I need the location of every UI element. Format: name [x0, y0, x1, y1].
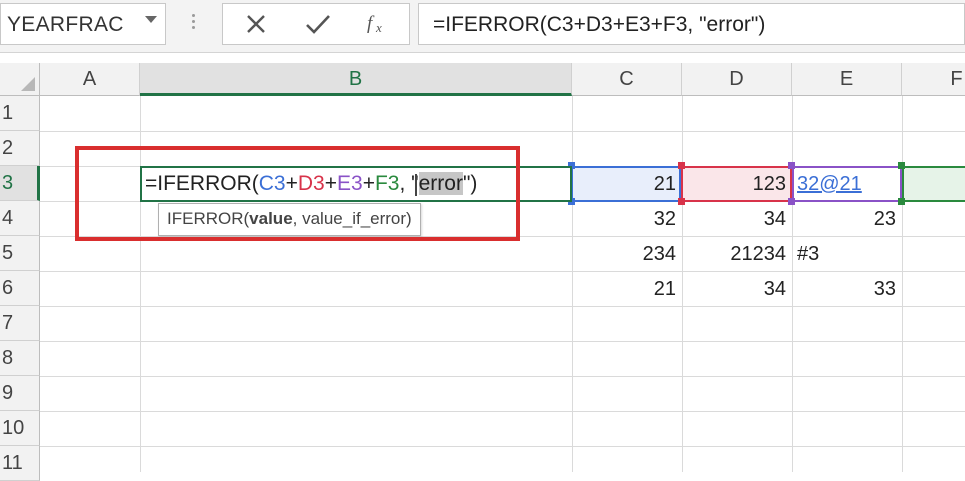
- annotation-highlight-box: [75, 146, 520, 241]
- cell-c5[interactable]: 234: [572, 237, 682, 272]
- row-header-8[interactable]: 8: [0, 341, 40, 376]
- column-header-d[interactable]: D: [682, 63, 792, 96]
- chevron-down-icon[interactable]: [145, 16, 157, 23]
- row-header-7[interactable]: 7: [0, 306, 40, 341]
- column-header-a[interactable]: A: [40, 63, 140, 96]
- svg-text:f: f: [367, 13, 375, 34]
- function-icon: f x: [367, 13, 382, 35]
- cell-e4[interactable]: 23: [792, 202, 902, 237]
- check-icon: [306, 15, 330, 34]
- formula-text: =IFERROR(C3+D3+E3+F3, "error"): [433, 13, 766, 36]
- name-box[interactable]: YEARFRAC: [0, 3, 166, 45]
- cell-d4[interactable]: 34: [682, 202, 792, 237]
- cell-d3[interactable]: 123: [682, 167, 792, 202]
- cell-d6[interactable]: 34: [682, 272, 792, 307]
- range-highlight-f3: [902, 166, 965, 202]
- row-header-11[interactable]: 11: [0, 446, 40, 481]
- row-header-9[interactable]: 9: [0, 376, 40, 411]
- row-header-2[interactable]: 2: [0, 131, 40, 166]
- row-header-4[interactable]: 4: [0, 201, 40, 236]
- cell-c6[interactable]: 21: [572, 272, 682, 307]
- row-header-5[interactable]: 5: [0, 236, 40, 271]
- cell-e3-link[interactable]: 32@21: [797, 173, 862, 195]
- row-header-1[interactable]: 1: [0, 96, 40, 131]
- enter-button[interactable]: [293, 4, 343, 44]
- cell-e3[interactable]: 32@21: [797, 167, 902, 202]
- select-all-icon: [21, 77, 35, 91]
- cell-c4[interactable]: 32: [572, 202, 682, 237]
- column-header-f[interactable]: F: [902, 63, 965, 96]
- cancel-button[interactable]: [231, 4, 281, 44]
- cell-e6[interactable]: 33: [792, 272, 902, 307]
- cell-c3[interactable]: 21: [572, 167, 682, 202]
- formula-input[interactable]: =IFERROR(C3+D3+E3+F3, "error"): [418, 3, 965, 45]
- row-header-3[interactable]: 3: [0, 166, 40, 201]
- row-header-10[interactable]: 10: [0, 411, 40, 446]
- column-header-e[interactable]: E: [792, 63, 902, 96]
- select-all-button[interactable]: [0, 63, 40, 96]
- svg-text:x: x: [375, 20, 382, 35]
- drag-handle-icon[interactable]: [192, 14, 195, 34]
- column-header-c[interactable]: C: [572, 63, 682, 96]
- cell-d5[interactable]: 21234: [682, 237, 792, 272]
- row-header-6[interactable]: 6: [0, 271, 40, 306]
- cell-e5[interactable]: #3: [797, 237, 902, 272]
- close-icon: [247, 15, 265, 33]
- insert-function-button[interactable]: f x: [353, 4, 403, 44]
- formula-buttons: f x: [222, 3, 410, 45]
- formula-bar: YEARFRAC f x =IFERROR(C3+D3+E3+F3, "erro…: [0, 0, 965, 53]
- column-header-b[interactable]: B: [140, 63, 572, 96]
- name-box-value: YEARFRAC: [7, 13, 124, 36]
